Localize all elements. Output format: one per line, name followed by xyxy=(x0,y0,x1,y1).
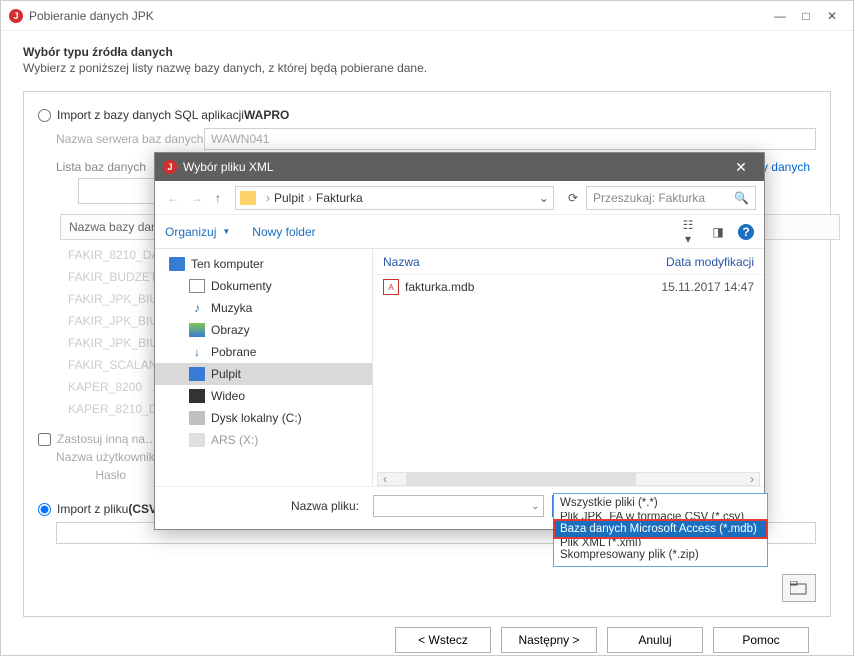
breadcrumb-item[interactable]: Pulpit xyxy=(274,191,304,205)
tree-music[interactable]: ♪Muzyka xyxy=(155,297,372,319)
radio-sql-label-pre: Import z bazy danych SQL aplikacji xyxy=(57,108,244,122)
chevron-down-icon[interactable]: ⌄ xyxy=(539,191,549,205)
disk-icon xyxy=(189,433,205,447)
apply-other-checkbox[interactable] xyxy=(38,433,51,446)
radio-file-input[interactable] xyxy=(38,503,51,516)
help-button[interactable]: Pomoc xyxy=(713,627,809,653)
image-icon xyxy=(189,323,205,337)
browse-button[interactable] xyxy=(782,574,816,602)
nav-back-icon[interactable]: ← xyxy=(163,191,183,205)
refresh-icon[interactable]: ⟳ xyxy=(564,191,582,205)
mdb-file-icon: A xyxy=(383,279,399,295)
video-icon xyxy=(189,389,205,403)
radio-import-sql[interactable]: Import z bazy danych SQL aplikacji WAPRO xyxy=(38,108,816,122)
page-heading: Wybór typu źródła danych xyxy=(23,45,831,59)
radio-file-label-pre: Import z pliku xyxy=(57,502,128,516)
file-row[interactable]: A fakturka.mdb 15.11.2017 14:47 xyxy=(373,275,764,299)
file-type-option-selected[interactable]: Baza danych Microsoft Access (*.mdb) xyxy=(554,520,767,538)
file-type-option[interactable]: Wszystkie pliki (*.*) xyxy=(554,494,767,512)
desktop-icon xyxy=(189,367,205,381)
page-subheading: Wybierz z poniższej listy nazwę bazy dan… xyxy=(23,61,831,75)
dialog-nav-bar: ← → ↑ › Pulpit › Fakturka ⌄ ⟳ Przeszukaj… xyxy=(155,181,764,215)
apply-other-label: Zastosuj inną na… xyxy=(57,432,157,446)
app-icon: J xyxy=(163,160,177,174)
maximize-button[interactable]: □ xyxy=(793,9,819,23)
filename-input[interactable]: ⌄ xyxy=(373,495,544,517)
file-type-option[interactable]: Plik XML (*.xml) xyxy=(554,538,767,546)
chevron-down-icon[interactable]: ⌄ xyxy=(531,501,539,512)
folder-tree[interactable]: Ten komputer Dokumenty ♪Muzyka Obrazy ↓P… xyxy=(155,249,373,486)
file-list-panel: Nazwa Data modyfikacji A fakturka.mdb 15… xyxy=(373,249,764,486)
dialog-titlebar: J Wybór pliku XML ✕ xyxy=(155,153,764,181)
new-folder-button[interactable]: Nowy folder xyxy=(252,225,315,239)
search-input[interactable]: Przeszukaj: Fakturka 🔍 xyxy=(586,186,756,210)
chevron-down-icon[interactable]: ▼ xyxy=(222,227,230,236)
cancel-button[interactable]: Anuluj xyxy=(607,627,703,653)
file-type-dropdown[interactable]: Wszystkie pliki (*.*) Plik JPK_FA w form… xyxy=(553,493,768,567)
window-title: Pobieranie danych JPK xyxy=(29,9,154,23)
view-options-icon[interactable]: ☷ ▾ xyxy=(678,218,698,246)
tree-pictures[interactable]: Obrazy xyxy=(155,319,372,341)
file-type-option[interactable]: Skompresowany plik (*.zip) xyxy=(554,546,767,564)
tree-this-pc[interactable]: Ten komputer xyxy=(155,253,372,275)
server-name-label: Nazwa serwera baz danych xyxy=(56,132,204,146)
radio-sql-label-bold: WAPRO xyxy=(244,108,289,122)
back-button[interactable]: < Wstecz xyxy=(395,627,491,653)
file-open-dialog: J Wybór pliku XML ✕ ← → ↑ › Pulpit › Fak… xyxy=(154,152,765,530)
search-placeholder: Przeszukaj: Fakturka xyxy=(593,191,705,205)
dialog-title: Wybór pliku XML xyxy=(183,160,274,174)
folder-icon xyxy=(240,191,256,205)
tree-documents[interactable]: Dokumenty xyxy=(155,275,372,297)
tree-disk-x[interactable]: ARS (X:) xyxy=(155,429,372,451)
disk-icon xyxy=(189,411,205,425)
file-list-header: Nazwa Data modyfikacji xyxy=(373,249,764,275)
nav-up-icon[interactable]: ↑ xyxy=(211,191,225,205)
tree-desktop[interactable]: Pulpit xyxy=(155,363,372,385)
download-icon: ↓ xyxy=(189,345,205,359)
app-icon: J xyxy=(9,9,23,23)
breadcrumb-box[interactable]: › Pulpit › Fakturka ⌄ xyxy=(235,186,554,210)
radio-sql-input[interactable] xyxy=(38,109,51,122)
file-name: fakturka.mdb xyxy=(405,280,661,294)
file-type-option[interactable]: Plik JPK_FA w formacie CSV (*.csv) xyxy=(554,512,767,520)
wizard-button-bar: < Wstecz Następny > Anuluj Pomoc xyxy=(23,617,831,653)
scroll-right-icon[interactable]: › xyxy=(745,472,759,486)
col-date-header[interactable]: Data modyfikacji xyxy=(666,255,754,269)
server-name-input[interactable] xyxy=(204,128,816,150)
next-button[interactable]: Następny > xyxy=(501,627,597,653)
scroll-left-icon[interactable]: ‹ xyxy=(378,472,392,486)
dialog-close-button[interactable]: ✕ xyxy=(726,159,756,176)
music-icon: ♪ xyxy=(189,301,205,315)
breadcrumb-item[interactable]: Fakturka xyxy=(316,191,363,205)
close-button[interactable]: ✕ xyxy=(819,9,845,23)
folder-open-icon xyxy=(790,581,808,595)
tree-downloads[interactable]: ↓Pobrane xyxy=(155,341,372,363)
tree-disk-c[interactable]: Dysk lokalny (C:) xyxy=(155,407,372,429)
col-name-header[interactable]: Nazwa xyxy=(383,255,666,269)
monitor-icon xyxy=(169,257,185,271)
search-icon: 🔍 xyxy=(734,191,749,205)
scrollbar-thumb[interactable] xyxy=(406,473,636,485)
dialog-toolbar: Organizuj ▼ Nowy folder ☷ ▾ ◨ ? xyxy=(155,215,764,249)
minimize-button[interactable]: — xyxy=(767,9,793,23)
nav-forward-icon[interactable]: → xyxy=(187,191,207,205)
filename-label: Nazwa pliku: xyxy=(165,499,365,513)
main-titlebar: J Pobieranie danych JPK — □ ✕ xyxy=(1,1,853,31)
horizontal-scrollbar[interactable]: ‹ › xyxy=(377,472,760,486)
tree-videos[interactable]: Wideo xyxy=(155,385,372,407)
organize-menu[interactable]: Organizuj xyxy=(165,225,216,239)
help-icon[interactable]: ? xyxy=(738,224,754,240)
file-date: 15.11.2017 14:47 xyxy=(661,280,754,294)
document-icon xyxy=(189,279,205,293)
preview-pane-icon[interactable]: ◨ xyxy=(708,225,728,239)
